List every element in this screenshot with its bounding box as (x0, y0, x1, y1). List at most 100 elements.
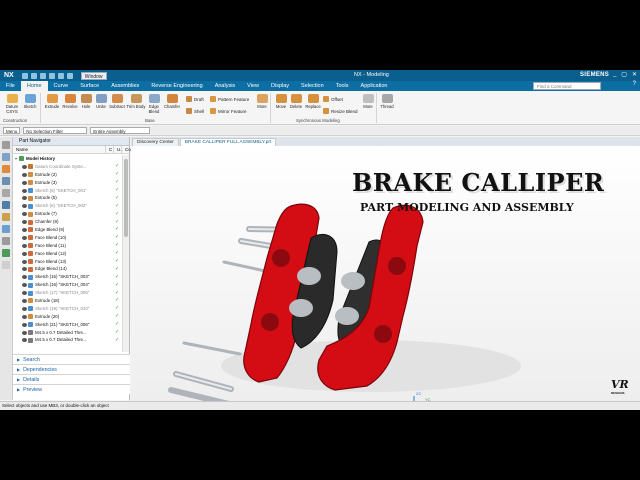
tree-feature-row[interactable]: Datum Coordinate Syste... ✓ (13, 163, 121, 171)
mirror-feature-button[interactable]: Mirror Feature (210, 108, 247, 114)
tab-view[interactable]: View (241, 81, 265, 91)
sketch-button[interactable]: Sketch (20, 93, 40, 109)
undo-icon[interactable] (30, 72, 37, 79)
selection-scope-dropdown[interactable]: Entire Assembly (90, 127, 151, 134)
column-current[interactable]: C (105, 146, 113, 153)
web-browser-icon[interactable] (2, 201, 10, 209)
cut-icon[interactable] (48, 72, 55, 79)
visibility-icon[interactable] (22, 283, 27, 288)
tree-feature-row[interactable]: Sketch (15) "SKETCH_003" ✓ (13, 273, 121, 281)
system-materials-icon[interactable] (2, 237, 10, 245)
more-sync-button[interactable]: More (358, 93, 378, 109)
visibility-icon[interactable] (22, 338, 27, 343)
visibility-icon[interactable] (22, 204, 27, 209)
visibility-icon[interactable] (22, 275, 27, 280)
tab-tools[interactable]: Tools (330, 81, 355, 91)
visibility-icon[interactable] (22, 227, 27, 232)
visibility-icon[interactable] (22, 267, 27, 272)
selection-filter-dropdown[interactable]: No Selection Filter (23, 127, 88, 134)
tree-feature-row[interactable]: Extrude (20) ✓ (13, 313, 121, 321)
tree-feature-row[interactable]: M4.5 x 0.7 Detailed Thre... ✓ (13, 329, 121, 337)
shell-button[interactable]: Shell (186, 108, 204, 114)
replace-face-button[interactable]: Replace (303, 93, 323, 109)
visibility-icon[interactable] (22, 251, 27, 256)
visibility-icon[interactable] (22, 314, 27, 319)
visibility-icon[interactable] (22, 330, 27, 335)
tree-feature-row[interactable]: Extrude (5) ✓ (13, 194, 121, 202)
assembly-navigator-icon[interactable] (2, 153, 10, 161)
tab-surface[interactable]: Surface (74, 81, 105, 91)
tab-assemblies[interactable]: Assemblies (105, 81, 145, 91)
tree-feature-row[interactable]: Sketch (21) "SKETCH_006" ✓ (13, 321, 121, 329)
resize-blend-button[interactable]: Resize Blend (323, 108, 358, 114)
tree-feature-row[interactable]: Chamfer (8) ✓ (13, 218, 121, 226)
tab-file[interactable]: File (0, 81, 21, 91)
tree-feature-row[interactable]: Extrude (18) ✓ (13, 297, 121, 305)
tab-selection[interactable]: Selection (295, 81, 330, 91)
panel-dependencies[interactable]: ▶ Dependencies (13, 364, 130, 374)
scrollbar-thumb[interactable] (124, 159, 128, 237)
history-icon[interactable] (2, 189, 10, 197)
part-navigator-icon[interactable] (2, 165, 10, 173)
tab-display[interactable]: Display (265, 81, 295, 91)
column-comment[interactable]: Co.. (121, 146, 133, 153)
roles-icon[interactable] (2, 225, 10, 233)
tree-feature-row[interactable]: Face Blend (13) ✓ (13, 258, 121, 266)
tree-scrollbar[interactable] (122, 155, 129, 352)
trim-body-button[interactable]: Trim Body (126, 93, 146, 109)
visibility-icon[interactable] (22, 298, 27, 303)
tab-reverse-engineering[interactable]: Reverse Engineering (145, 81, 208, 91)
visibility-icon[interactable] (22, 172, 27, 177)
tree-feature-row[interactable]: Edge Blend (9) ✓ (13, 226, 121, 234)
draft-button[interactable]: Draft (186, 96, 204, 102)
palette-icon[interactable] (2, 213, 10, 221)
tab-curve[interactable]: Curve (48, 81, 75, 91)
tab-home[interactable]: Home (20, 81, 48, 91)
command-search-input[interactable]: Find a Command (533, 82, 601, 90)
tree-feature-row[interactable]: Face Blend (12) ✓ (13, 250, 121, 258)
visibility-icon[interactable] (22, 322, 27, 327)
visibility-icon[interactable] (22, 291, 27, 296)
save-icon[interactable] (21, 72, 28, 79)
subtract-button[interactable]: Subtract (107, 93, 127, 109)
more-base-button[interactable]: More (252, 93, 272, 109)
navigator-icon[interactable] (2, 141, 10, 149)
visibility-icon[interactable] (22, 180, 27, 185)
visibility-icon[interactable] (22, 235, 27, 240)
thread-button[interactable]: Thread (377, 93, 397, 109)
tree-feature-row[interactable]: Sketch (5) "SKETCH_001" ✓ (13, 187, 121, 195)
reuse-library-icon[interactable] (2, 177, 10, 185)
edge-blend-button[interactable]: Edge Blend (144, 93, 164, 114)
offset-region-button[interactable]: Offset (323, 96, 343, 102)
tree-feature-row[interactable]: Sketch (19) "SKETCH_010" ✓ (13, 305, 121, 313)
chamfer-button[interactable]: Chamfer (162, 93, 182, 109)
panel-preview[interactable]: ▶ Preview (13, 384, 130, 394)
visibility-icon[interactable] (22, 306, 27, 311)
panel-search[interactable]: ▶ Search (13, 354, 130, 364)
column-up-to-date[interactable]: U.. (113, 146, 123, 153)
maximize-button[interactable]: ▢ (621, 71, 627, 78)
tree-feature-row[interactable]: Extrude (2) ✓ (13, 171, 121, 179)
visibility-icon[interactable] (22, 196, 27, 201)
tree-feature-row[interactable]: Edge Blend (14) ✓ (13, 265, 121, 273)
close-button[interactable]: ✕ (632, 71, 637, 78)
copy-icon[interactable] (57, 72, 64, 79)
window-dropdown[interactable]: Window (80, 71, 107, 80)
tree-feature-row[interactable]: M4.5 x 0.7 Detailed Thre... ✓ (13, 336, 121, 344)
pattern-feature-button[interactable]: Pattern Feature (210, 96, 249, 102)
visibility-icon[interactable] (22, 259, 27, 264)
paste-icon[interactable] (66, 72, 73, 79)
tab-application[interactable]: Application (355, 81, 394, 91)
panel-details[interactable]: ▶ Details (13, 374, 130, 384)
help-icon[interactable]: ? (633, 81, 636, 87)
tree-feature-row[interactable]: Extrude (7) ✓ (13, 210, 121, 218)
visibility-icon[interactable] (22, 212, 27, 217)
tab-analysis[interactable]: Analysis (209, 81, 241, 91)
menu-button[interactable]: Menu (3, 127, 21, 134)
visibility-icon[interactable] (22, 164, 27, 169)
tree-feature-row[interactable]: Extrude (3) ✓ (13, 179, 121, 187)
manufacturing-wizards-icon[interactable] (2, 261, 10, 269)
visibility-icon[interactable] (22, 243, 27, 248)
tree-root[interactable]: ▾ Model History (13, 155, 121, 163)
visibility-icon[interactable] (22, 188, 27, 193)
